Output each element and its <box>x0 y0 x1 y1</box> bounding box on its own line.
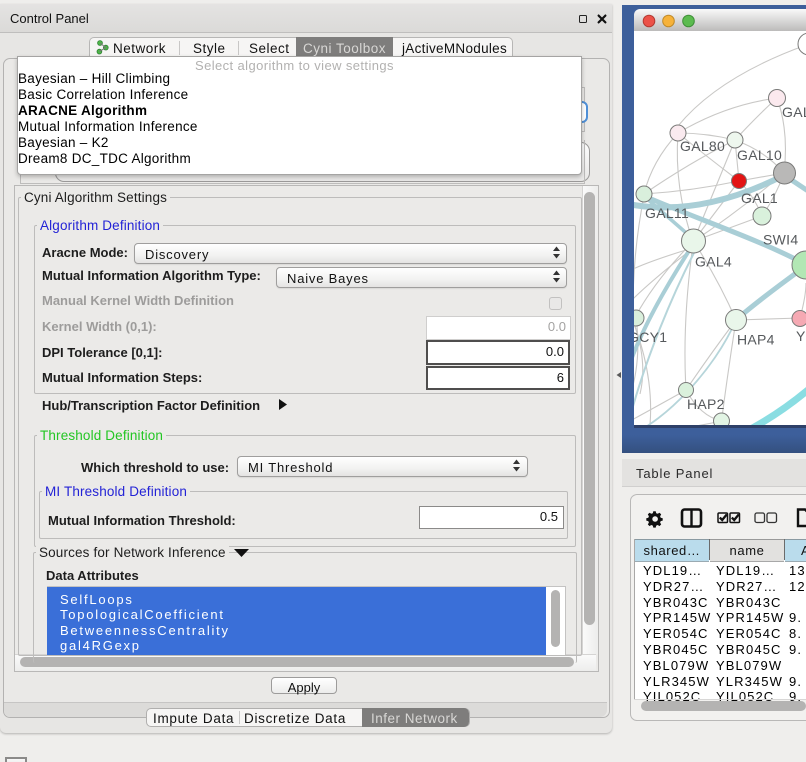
svg-text:GAL1: GAL1 <box>741 190 778 206</box>
svg-text:GCY1: GCY1 <box>634 329 667 345</box>
svg-text:GAL11: GAL11 <box>645 205 689 221</box>
svg-text:HAP2: HAP2 <box>687 396 725 412</box>
svg-text:Y: Y <box>796 328 806 344</box>
svg-text:GAL10: GAL10 <box>737 147 782 163</box>
svg-text:GAL4: GAL4 <box>695 254 732 270</box>
svg-text:GAL80: GAL80 <box>680 138 725 154</box>
svg-text:HAP4: HAP4 <box>737 332 775 348</box>
svg-text:SWI4: SWI4 <box>763 232 798 248</box>
svg-text:GAL: GAL <box>782 104 806 120</box>
